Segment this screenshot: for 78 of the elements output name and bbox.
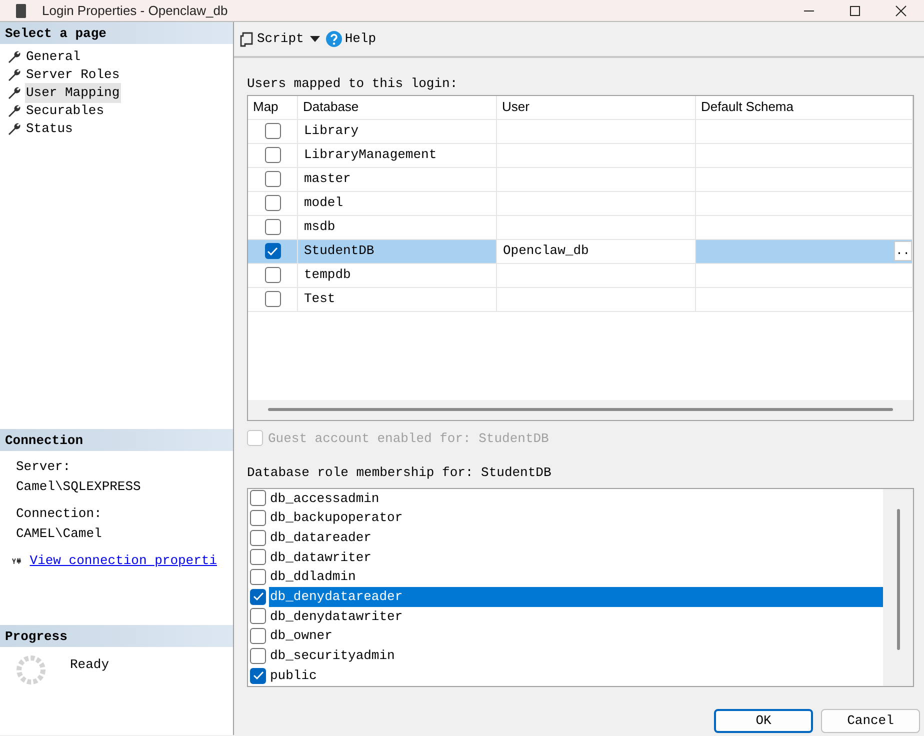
checkbox[interactable]	[264, 291, 280, 307]
table-cell: Library	[298, 120, 497, 144]
checkmark-icon	[252, 592, 264, 602]
checkbox[interactable]	[264, 243, 280, 259]
window-title: Login Properties - Openclaw_db	[42, 2, 228, 20]
section-header: Connection	[0, 429, 233, 451]
section-header: Progress	[0, 625, 233, 647]
column-header[interactable]: Map	[248, 96, 298, 120]
wrench-icon	[7, 68, 21, 82]
checkbox[interactable]	[250, 569, 266, 586]
checkmark-icon	[267, 246, 278, 256]
role-item[interactable]: db_denydatawriter	[269, 606, 883, 626]
help-icon	[326, 31, 342, 47]
checkbox[interactable]	[264, 219, 280, 235]
role-item[interactable]: db_ddladmin	[269, 567, 883, 587]
checkbox[interactable]	[250, 648, 266, 664]
wrench-icon	[7, 50, 21, 64]
role-item[interactable]: db_owner	[269, 626, 883, 646]
checkbox[interactable]	[250, 490, 266, 506]
checkbox[interactable]	[250, 530, 266, 546]
vertical-scrollbar[interactable]	[896, 508, 900, 650]
page-item[interactable]: Server Roles	[25, 65, 121, 85]
wrench-icon	[7, 86, 21, 100]
spinner-icon	[16, 655, 46, 685]
role-item[interactable]: db_securityadmin	[269, 646, 883, 666]
role-label: Database role membership for: StudentDB	[246, 464, 552, 482]
app-icon	[16, 4, 26, 18]
role-item[interactable]: db_datawriter	[269, 548, 883, 568]
page-item[interactable]: Securables	[25, 101, 106, 121]
checkbox[interactable]	[250, 668, 266, 684]
role-item[interactable]: public	[269, 666, 883, 686]
guest-checkbox-label: Guest account enabled for: StudentDB	[268, 430, 549, 448]
script-button[interactable]: Script	[240, 29, 304, 49]
checkbox[interactable]	[264, 171, 280, 187]
table-cell: Openclaw_db	[497, 240, 696, 264]
column-header[interactable]: Database	[298, 96, 497, 120]
progress-status: Ready	[70, 656, 110, 674]
checkbox[interactable]	[250, 628, 266, 644]
column-header[interactable]: User	[497, 96, 696, 120]
checkbox[interactable]	[264, 147, 280, 163]
role-item[interactable]: db_accessadmin	[269, 488, 883, 508]
checkbox[interactable]	[250, 510, 266, 526]
cancel-button[interactable]: Cancel	[821, 709, 920, 733]
browse-button[interactable]: ..	[894, 241, 912, 261]
table-cell: Test	[298, 288, 497, 312]
checkbox[interactable]	[264, 267, 280, 283]
checkbox[interactable]	[250, 549, 266, 566]
page-item[interactable]: Status	[25, 119, 74, 139]
server-value: Camel\SQLEXPRESS	[16, 478, 142, 496]
role-item[interactable]: db_backupoperator	[269, 508, 883, 528]
table-cell: tempdb	[298, 264, 497, 288]
page-item[interactable]: User Mapping	[25, 83, 121, 103]
column-header[interactable]: Default Schema	[696, 96, 913, 120]
checkbox[interactable]	[250, 608, 266, 624]
table-cell: model	[298, 192, 497, 216]
view-connection-link[interactable]: View connection properti	[30, 551, 217, 570]
caret-icon[interactable]	[310, 36, 320, 42]
checkbox[interactable]	[264, 195, 280, 211]
page-item[interactable]: General	[25, 47, 82, 67]
checkmark-icon	[252, 671, 264, 680]
checkbox[interactable]	[264, 123, 280, 139]
table-cell: LibraryManagement	[298, 144, 497, 168]
checkbox[interactable]	[250, 588, 266, 605]
wrench-icon	[7, 104, 21, 118]
table-cell: StudentDB	[298, 240, 497, 264]
server-label: Server:	[16, 458, 72, 476]
section-header: Select a page	[0, 22, 233, 44]
role-item[interactable]: db_datareader	[269, 528, 883, 548]
wrench-icon	[7, 122, 21, 136]
connection-label: Connection:	[16, 505, 103, 523]
help-button[interactable]: Help	[326, 29, 376, 49]
ok-button[interactable]: OK	[714, 709, 813, 733]
connection-value: CAMEL\Camel	[16, 524, 103, 542]
role-item[interactable]: db_denydatareader	[269, 587, 883, 607]
table-cell: master	[298, 168, 497, 192]
scroll-icon	[240, 31, 254, 47]
horizontal-scrollbar[interactable]	[268, 408, 893, 411]
mapping-label: Users mapped to this login:	[246, 75, 459, 93]
